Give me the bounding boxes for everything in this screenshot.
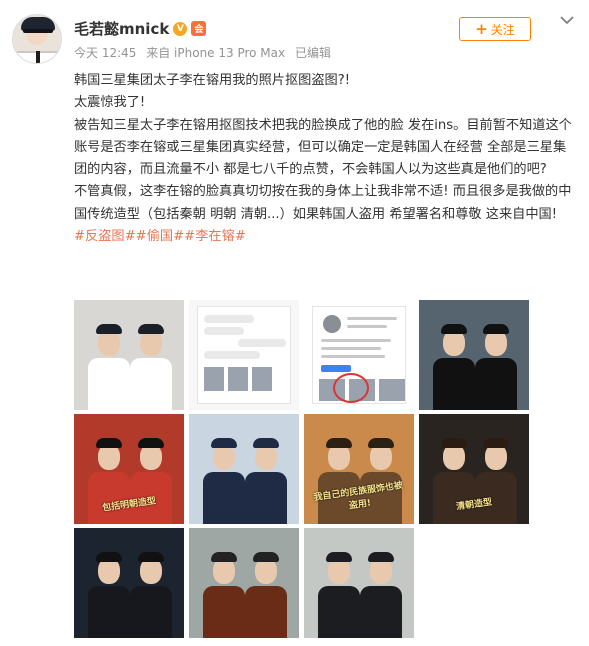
red-circle-annotation <box>333 373 369 403</box>
follow-button[interactable]: + 关注 <box>459 17 531 41</box>
post-line: 被告知三星太子李在镕用抠图技术把我的脸换成了他的脸 发在ins。目前暂不知道这个… <box>74 117 572 178</box>
post-meta: 今天 12:45 来自 iPhone 13 Pro Max 已编辑 <box>74 44 337 61</box>
figure-hat <box>368 552 394 562</box>
vip-badge-icon: 会 <box>191 21 207 36</box>
avatar[interactable] <box>12 14 62 64</box>
verified-badge-icon: V <box>173 21 188 36</box>
post-image-thumbnail[interactable] <box>304 300 414 410</box>
figure-hat <box>368 438 394 448</box>
profile-text-line <box>321 339 391 342</box>
chat-image <box>228 367 248 391</box>
avatar-tie <box>36 51 40 63</box>
chat-bubble <box>204 327 244 335</box>
figure-body <box>318 586 360 638</box>
edited-label: 已编辑 <box>294 46 331 60</box>
figure-body <box>203 472 245 524</box>
figure-body <box>245 472 287 524</box>
figure-body <box>88 586 130 638</box>
figure-hat <box>441 324 467 334</box>
image-grid: 包括明朝造型 我自己的民族服饰也被盗用! 清朝造型 <box>74 300 529 638</box>
chat-bubble <box>238 339 286 347</box>
figure-hat <box>211 438 237 448</box>
figure-hat <box>96 438 122 448</box>
figure-hat <box>96 552 122 562</box>
post-image-thumbnail[interactable] <box>189 300 299 410</box>
figure-body <box>360 586 402 638</box>
figure-body <box>130 358 172 410</box>
chat-bubble <box>204 315 254 323</box>
follow-label: 关注 <box>490 22 515 37</box>
figure-hat <box>253 552 279 562</box>
profile-post-image <box>379 379 405 401</box>
post-line: 不管真假，这李在镕的脸真真切切按在我的身体上让我非常不适! 而且很多是我做的中国… <box>74 184 572 222</box>
figure-body <box>245 586 287 638</box>
post-source: 来自 iPhone 13 Pro Max <box>146 46 286 60</box>
figure-hat <box>253 438 279 448</box>
figure-hat <box>211 552 237 562</box>
profile-follow-bar <box>321 365 351 372</box>
chat-screenshot <box>197 306 291 404</box>
profile-avatar <box>323 315 341 333</box>
post-time[interactable]: 今天 12:45 <box>74 46 136 60</box>
figure-body <box>88 358 130 410</box>
hashtag-link[interactable]: #李在镕# <box>184 229 246 244</box>
username[interactable]: 毛若懿mnick <box>74 18 169 39</box>
plus-icon: + <box>475 19 488 38</box>
figure-hat <box>441 438 467 448</box>
username-row: 毛若懿mnick V 会 <box>74 18 207 39</box>
hashtag-link[interactable]: #偷国# <box>136 229 184 244</box>
figure-body <box>130 586 172 638</box>
figure-hat <box>483 438 509 448</box>
profile-text-line <box>347 317 397 320</box>
figure-hat <box>138 438 164 448</box>
figure-hat <box>326 438 352 448</box>
post-line: 太震惊我了! <box>74 95 146 111</box>
chat-image <box>204 367 224 391</box>
post-text: 韩国三星集团太子李在镕用我的照片抠图盗图?! 太震惊我了! 被告知三星太子李在镕… <box>74 70 574 248</box>
profile-text-line <box>347 325 387 328</box>
profile-text-line <box>321 347 381 350</box>
post-image-thumbnail[interactable]: 清朝造型 <box>419 414 529 524</box>
post-image-thumbnail[interactable]: 包括明朝造型 <box>74 414 184 524</box>
chat-bubble <box>204 351 260 359</box>
post-image-thumbnail[interactable] <box>189 414 299 524</box>
hashtag-row: #反盗图##偷国##李在镕# <box>74 226 574 248</box>
figure-hat <box>138 552 164 562</box>
post-image-thumbnail[interactable] <box>74 300 184 410</box>
avatar-visor <box>23 29 53 33</box>
post-image-thumbnail[interactable] <box>419 300 529 410</box>
post-image-thumbnail[interactable] <box>304 528 414 638</box>
chat-image <box>252 367 272 391</box>
post-image-thumbnail[interactable] <box>74 528 184 638</box>
figure-hat <box>483 324 509 334</box>
figure-body <box>475 358 517 410</box>
hashtag-link[interactable]: #反盗图# <box>74 229 136 244</box>
figure-body <box>433 358 475 410</box>
profile-screenshot <box>312 306 406 404</box>
chevron-down-icon[interactable] <box>559 14 575 26</box>
figure-hat <box>138 324 164 334</box>
figure-hat <box>326 552 352 562</box>
post-image-thumbnail[interactable]: 我自己的民族服饰也被盗用! <box>304 414 414 524</box>
figure-hat <box>96 324 122 334</box>
post-line: 韩国三星集团太子李在镕用我的照片抠图盗图?! <box>74 73 351 88</box>
figure-body <box>203 586 245 638</box>
profile-text-line <box>321 355 385 358</box>
post-image-thumbnail[interactable] <box>189 528 299 638</box>
